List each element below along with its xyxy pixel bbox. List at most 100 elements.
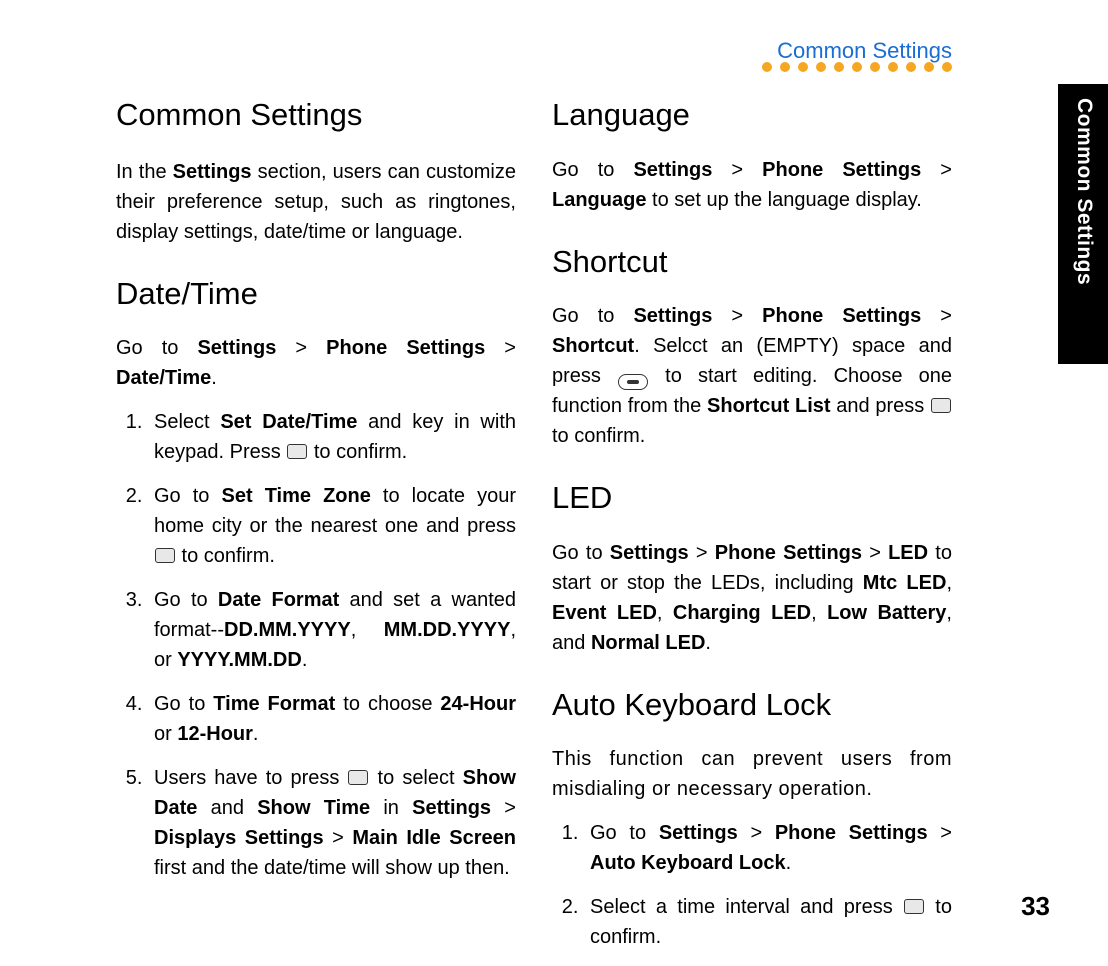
text: Users have to press <box>154 767 347 789</box>
dot-icon <box>816 62 826 72</box>
text: > <box>862 542 888 564</box>
text-bold: Settings <box>633 159 712 181</box>
text: . <box>705 632 711 654</box>
dot-icon <box>888 62 898 72</box>
select-button-icon <box>348 770 368 785</box>
text-bold: Main Idle Screen <box>352 827 516 849</box>
list-item: Select Set Date/Time and key in with key… <box>148 407 516 467</box>
text: Select <box>154 411 220 433</box>
text-bold: Phone Settings <box>326 337 485 359</box>
dot-icon <box>762 62 772 72</box>
list-item: Go to Set Time Zone to locate your home … <box>148 481 516 571</box>
text: Go to <box>552 159 633 181</box>
heading-date-time: Date/Time <box>116 271 516 318</box>
heading-common-settings: Common Settings <box>116 92 516 139</box>
text: in <box>370 797 412 819</box>
text-bold: Show Time <box>257 797 370 819</box>
text-bold: Auto Keyboard Lock <box>590 852 786 874</box>
heading-led: LED <box>552 475 952 522</box>
text: Go to <box>552 305 633 327</box>
shortcut-paragraph: Go to Settings > Phone Settings > Shortc… <box>552 301 952 451</box>
text: > <box>491 797 516 819</box>
confirm-button-icon <box>904 899 924 914</box>
text-bold: Settings <box>173 161 252 183</box>
dot-icon <box>852 62 862 72</box>
text-bold: LED <box>888 542 928 564</box>
led-paragraph: Go to Settings > Phone Settings > LED to… <box>552 538 952 658</box>
text-bold: MM.DD.YYYY <box>384 619 511 641</box>
text-bold: Date/Time <box>116 367 211 389</box>
confirm-button-icon <box>931 398 951 413</box>
text-bold: Normal LED <box>591 632 705 654</box>
list-item: Go to Settings > Phone Settings > Auto K… <box>584 818 952 878</box>
text-bold: Displays Settings <box>154 827 324 849</box>
intro-paragraph: In the Settings section, users can custo… <box>116 157 516 247</box>
akl-intro: This function can prevent users from mis… <box>552 744 952 804</box>
text: , <box>946 572 952 594</box>
text-bold: Language <box>552 189 646 211</box>
text: . <box>786 852 792 874</box>
text: > <box>712 159 762 181</box>
text: . <box>211 367 217 389</box>
text-bold: Low Battery <box>827 602 946 624</box>
text-bold: Mtc LED <box>863 572 947 594</box>
text: to select <box>369 767 462 789</box>
dot-icon <box>942 62 952 72</box>
heading-auto-keyboard-lock: Auto Keyboard Lock <box>552 682 952 729</box>
heading-language: Language <box>552 92 952 139</box>
text-bold: Settings <box>633 305 712 327</box>
text: Go to <box>154 693 213 715</box>
text: > <box>738 822 775 844</box>
text: , <box>351 619 384 641</box>
page-number: 33 <box>1021 891 1050 922</box>
dot-icon <box>780 62 790 72</box>
language-paragraph: Go to Settings > Phone Settings > Langua… <box>552 155 952 215</box>
text-bold: Settings <box>610 542 689 564</box>
text-bold: Settings <box>197 337 276 359</box>
text: , <box>811 602 827 624</box>
text-bold: DD.MM.YYYY <box>224 619 351 641</box>
text-bold: 24-Hour <box>440 693 516 715</box>
list-item: Go to Date Format and set a wanted forma… <box>148 585 516 675</box>
text-bold: Settings <box>412 797 491 819</box>
text: and <box>197 797 257 819</box>
right-column: Language Go to Settings > Phone Settings… <box>552 92 952 966</box>
text: > <box>689 542 715 564</box>
list-item: Users have to press to select Show Date … <box>148 763 516 883</box>
confirm-button-icon <box>287 444 307 459</box>
text: Go to <box>116 337 197 359</box>
dot-icon <box>906 62 916 72</box>
text-bold: Date Format <box>218 589 339 611</box>
dot-icon <box>798 62 808 72</box>
text: Go to <box>590 822 659 844</box>
text-bold: 12-Hour <box>177 723 253 745</box>
text: > <box>921 159 952 181</box>
text: Go to <box>154 485 222 507</box>
text-bold: Settings <box>659 822 738 844</box>
text: In the <box>116 161 173 183</box>
text: Go to <box>154 589 218 611</box>
edit-button-icon <box>618 374 648 390</box>
dot-icon <box>834 62 844 72</box>
text: . <box>253 723 259 745</box>
text: > <box>485 337 516 359</box>
text-bold: Phone Settings <box>715 542 862 564</box>
text: to confirm. <box>176 545 275 567</box>
left-column: Common Settings In the Settings section,… <box>116 92 516 966</box>
text-bold: Set Time Zone <box>222 485 371 507</box>
text: or <box>154 723 177 745</box>
text-bold: Phone Settings <box>762 305 921 327</box>
chapter-side-tab: Common Settings <box>1058 84 1108 364</box>
date-time-steps: Select Set Date/Time and key in with key… <box>116 407 516 883</box>
page-content: Common Settings In the Settings section,… <box>116 92 954 966</box>
confirm-button-icon <box>155 548 175 563</box>
dot-icon <box>870 62 880 72</box>
text: Go to <box>552 542 610 564</box>
text: > <box>712 305 762 327</box>
text: > <box>921 305 952 327</box>
text: to choose <box>335 693 440 715</box>
text: , <box>657 602 673 624</box>
decorative-dots <box>762 62 952 72</box>
text-bold: Event LED <box>552 602 657 624</box>
header-section-title: Common Settings <box>777 38 952 64</box>
